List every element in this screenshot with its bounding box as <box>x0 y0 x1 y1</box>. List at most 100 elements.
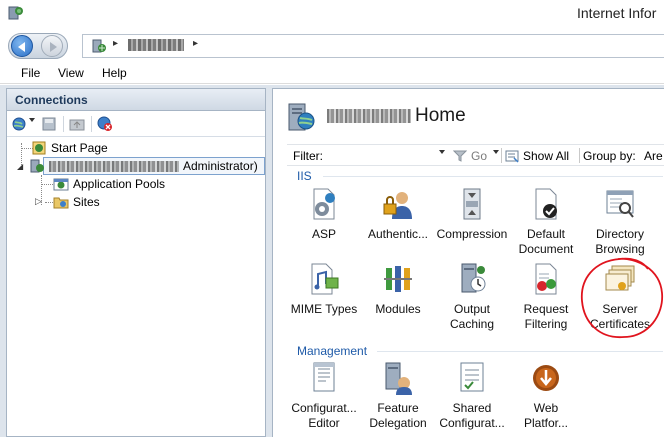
feature-label: Request Filtering <box>523 302 569 331</box>
tree-item-sites[interactable]: ▷ Sites <box>35 193 235 211</box>
feature-authentication[interactable]: Authentic... <box>361 187 435 242</box>
feature-label: Modules <box>375 302 421 316</box>
breadcrumb-separator: ▸ <box>113 38 119 49</box>
authentication-icon <box>383 192 412 219</box>
menu-file[interactable]: File <box>21 66 40 80</box>
output-caching-icon <box>461 263 486 293</box>
go-button[interactable]: Go <box>471 149 487 163</box>
section-label-management: Management <box>297 344 368 358</box>
feature-directory-browsing[interactable]: Directory Browsing <box>583 187 657 257</box>
shared-configuration-icon <box>460 362 484 392</box>
filter-input[interactable] <box>327 148 445 163</box>
title-bar: Internet Infor <box>0 0 664 28</box>
feature-label: Shared Configurat... <box>439 401 505 430</box>
workspace: Connections Start Page ◢ Administrator) … <box>0 85 664 437</box>
feature-label: Web Platfor... <box>523 401 569 430</box>
show-all-button[interactable]: Show All <box>523 149 569 163</box>
sites-folder-icon <box>53 197 69 209</box>
address-bar: ▸ ▸ <box>0 28 664 64</box>
feature-label: MIME Types <box>290 302 358 316</box>
tree-item-label: Application Pools <box>73 177 166 191</box>
server-icon <box>30 159 44 173</box>
web-platform-icon <box>533 365 559 391</box>
navigation-buttons <box>8 33 68 59</box>
connect-globe-icon[interactable] <box>12 116 28 132</box>
configuration-editor-icon <box>313 362 335 392</box>
page-title: Home <box>327 105 466 127</box>
window-title: Internet Infor <box>577 5 657 21</box>
feature-label: Default Document <box>518 227 574 256</box>
feature-label: Output Caching <box>449 302 495 331</box>
expand-arrow-icon[interactable]: ▷ <box>35 196 42 207</box>
breadcrumb-separator[interactable]: ▸ <box>193 38 198 49</box>
asp-icon <box>313 188 335 220</box>
server-name-redacted <box>49 159 181 173</box>
feature-label: Compression <box>436 227 508 241</box>
save-icon[interactable] <box>41 116 57 132</box>
directory-browsing-icon <box>606 190 634 218</box>
back-button[interactable] <box>11 35 33 57</box>
group-by-select[interactable]: Are <box>644 149 663 163</box>
section-label-iis: IIS <box>297 169 312 183</box>
server-name-redacted <box>327 108 411 123</box>
section-divider <box>377 351 663 352</box>
tree-item-application-pools[interactable]: Application Pools <box>53 175 253 193</box>
section-divider <box>323 176 663 177</box>
connect-dropdown-icon[interactable] <box>29 118 35 122</box>
feature-configuration-editor[interactable]: Configurat... Editor <box>287 361 361 431</box>
tree-item-label: Sites <box>73 195 100 209</box>
feature-label: Feature Delegation <box>369 401 427 430</box>
connections-toolbar <box>7 111 265 137</box>
address-field[interactable]: ▸ ▸ <box>82 34 664 58</box>
forward-button[interactable] <box>41 35 63 57</box>
feature-label: Server Certificates <box>589 302 651 331</box>
feature-output-caching[interactable]: Output Caching <box>435 262 509 332</box>
show-all-icon <box>505 150 519 163</box>
server-icon <box>92 39 106 53</box>
feature-asp[interactable]: ASP <box>287 187 361 242</box>
feature-web-platform[interactable]: Web Platfor... <box>509 361 583 431</box>
tree-item-start-page[interactable]: Start Page <box>31 139 231 157</box>
compression-icon <box>463 188 481 220</box>
mime-types-icon <box>311 263 339 295</box>
feature-label: Directory Browsing <box>595 227 645 256</box>
filter-divider <box>501 148 502 163</box>
features-view-panel: Home Filter: Go Show All Group by: Are I… <box>272 88 664 437</box>
connections-header: Connections <box>7 89 265 111</box>
feature-server-certificates[interactable]: Server Certificates <box>583 262 657 332</box>
feature-shared-configuration[interactable]: Shared Configurat... <box>435 361 509 431</box>
connections-panel: Connections Start Page ◢ Administrator) … <box>6 88 266 437</box>
breadcrumb-server-name[interactable] <box>128 39 184 51</box>
request-filtering-icon <box>535 263 557 295</box>
tree-item-server[interactable]: ◢ Administrator) <box>15 157 265 175</box>
up-folder-icon[interactable] <box>69 116 85 132</box>
filter-label: Filter: <box>293 149 323 163</box>
menu-help[interactable]: Help <box>102 66 127 80</box>
tree-item-label: Administrator) <box>183 159 258 173</box>
filter-dropdown-icon[interactable] <box>439 150 445 154</box>
funnel-icon <box>453 150 467 162</box>
start-page-icon <box>32 141 46 155</box>
menu-bar: File View Help <box>0 64 664 84</box>
feature-modules[interactable]: Modules <box>361 262 435 317</box>
go-dropdown-icon[interactable] <box>493 150 499 154</box>
iis-app-icon <box>8 6 23 20</box>
feature-mime-types[interactable]: MIME Types <box>287 262 361 317</box>
feature-feature-delegation[interactable]: Feature Delegation <box>361 361 435 431</box>
filter-bar: Filter: Go Show All Group by: Are <box>287 144 664 166</box>
tree-item-label: Start Page <box>51 141 108 155</box>
feature-delegation-icon <box>385 362 412 395</box>
feature-default-document[interactable]: Default Document <box>509 187 583 257</box>
group-by-label: Group by: <box>583 149 636 163</box>
connections-title: Connections <box>15 93 88 107</box>
feature-request-filtering[interactable]: Request Filtering <box>509 262 583 332</box>
menu-view[interactable]: View <box>58 66 84 80</box>
server-home-icon <box>288 103 315 131</box>
filter-divider <box>579 148 580 163</box>
application-pools-icon <box>53 178 69 191</box>
feature-label: Configurat... Editor <box>291 401 357 430</box>
server-certificates-icon <box>605 265 635 291</box>
disconnect-icon[interactable] <box>97 116 113 132</box>
collapse-arrow-icon[interactable]: ◢ <box>17 162 23 171</box>
feature-compression[interactable]: Compression <box>435 187 509 242</box>
